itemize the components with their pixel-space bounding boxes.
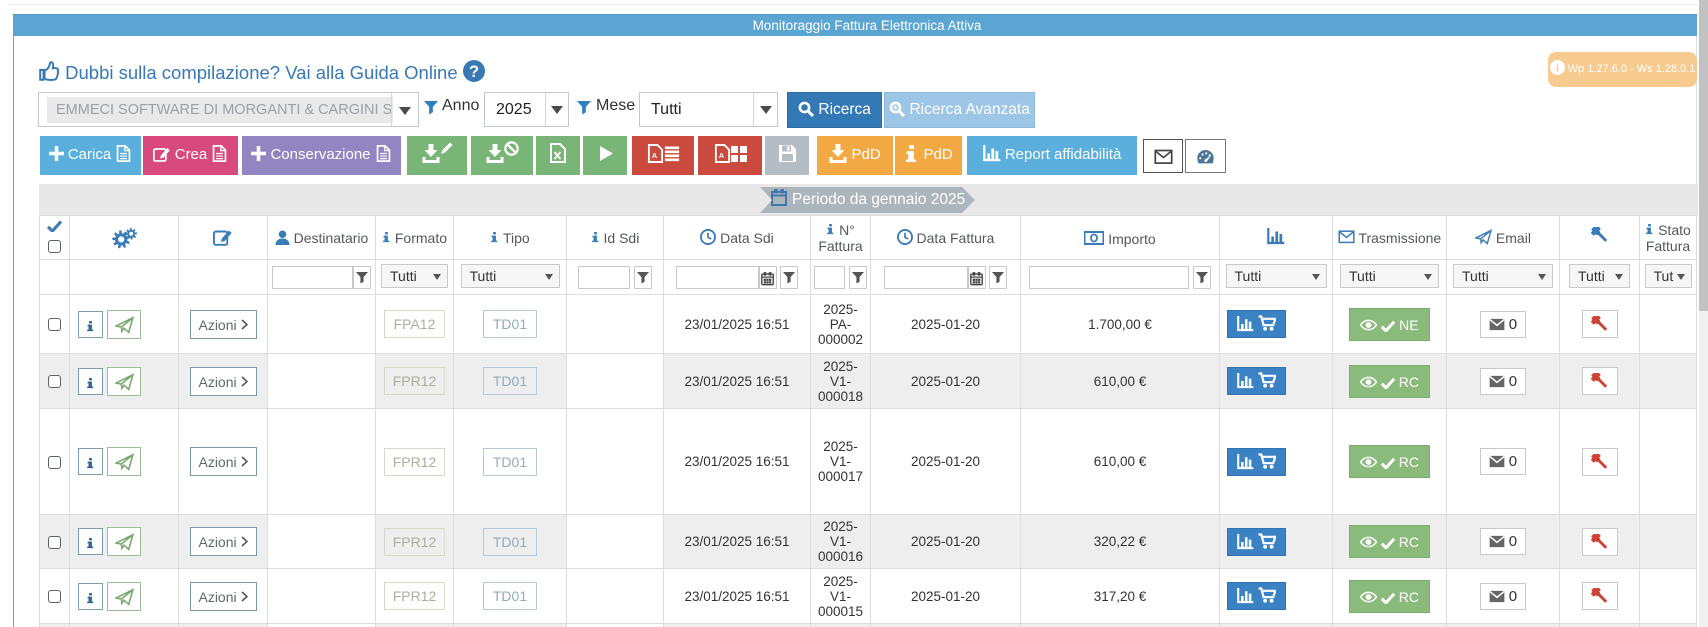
svg-text:A: A: [651, 151, 657, 160]
svg-text:A: A: [718, 151, 724, 160]
